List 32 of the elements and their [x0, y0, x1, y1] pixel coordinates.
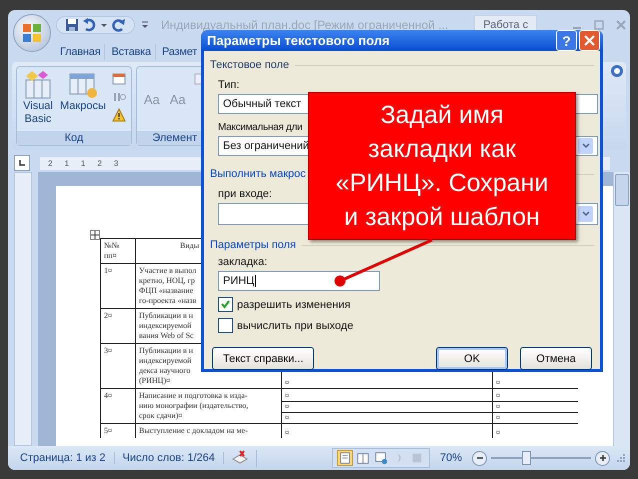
table-cell: 5¤ [100, 423, 135, 438]
table-cell-text: ¤ [284, 378, 290, 388]
table-cell: ¤ [282, 401, 492, 412]
ruler-number: 2 [48, 158, 52, 168]
table-cell: 4¤ [100, 388, 135, 423]
dialog-title: Параметры текстового поля [207, 33, 391, 48]
instruction-tooltip: Задай имя закладки как «РИНЦ». Сохрани и закрой шаблон [308, 92, 576, 240]
field-label: Тип: [218, 79, 240, 91]
ruler-number: 3 [114, 158, 118, 168]
table-cell-text: ¤ [284, 428, 290, 438]
table-cell: Написание и подготовка к изда- нию монографии (издательство, срок сдачи)¤ [135, 388, 281, 423]
ruler-number: 1 [64, 158, 69, 168]
table-cell: 3¤ [100, 343, 135, 388]
table-cell: Выступление с докладом на ме- [135, 423, 281, 438]
group-heading: Текстовое поле [210, 59, 290, 71]
table-header-cell: №№ пп¤ [100, 238, 135, 263]
table-cell: ¤ [493, 401, 578, 412]
table-cell: ¤ [493, 412, 578, 423]
window-title: Индивидуальный план.doc [Режим ограниченной ... [161, 18, 448, 32]
group-heading: Выполнить макрос [210, 168, 306, 180]
table-cell: 1¤ [100, 263, 135, 308]
ruler-number: 1 [80, 158, 86, 168]
table-cell-text: ¤ [495, 391, 501, 401]
field-label: при входе: [218, 188, 273, 200]
table-cell-text: ¤ [495, 428, 501, 438]
table-cell: 2¤ [100, 308, 135, 343]
table-cell-text: ¤ [495, 378, 501, 388]
field-label: Максимальная дли [218, 122, 304, 133]
ruler-number: 2 [97, 158, 102, 168]
table-cell-text: ¤ [284, 391, 290, 401]
table-cell: ¤ [282, 412, 492, 423]
group-label: Код [17, 131, 131, 145]
